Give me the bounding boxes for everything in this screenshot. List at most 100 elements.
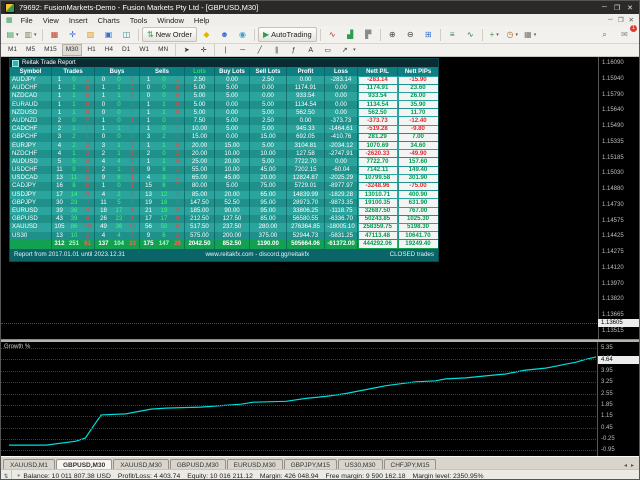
trendline-button[interactable]: ╱ [251,43,268,58]
cursor-tool-button[interactable]: ➤ [178,43,195,58]
chart-minimize-button[interactable]: ─ [608,16,613,24]
value-cell: 5.00 [185,100,215,109]
chart-restore-button[interactable]: ❐ [618,16,624,24]
report-panel-titlebar[interactable]: Reitak Trade Report [10,59,438,67]
objects-button[interactable]: ▛ [360,27,377,42]
line-chart-button[interactable]: ∿ [462,27,479,42]
market-watch-button[interactable]: ▦ [46,27,63,42]
experts-button[interactable]: ☻ [216,27,233,42]
timeframe-m1[interactable]: M1 [4,44,21,56]
autotrading-button[interactable]: ▶ AutoTrading [257,27,317,42]
growth-tick: -0.25 [601,435,615,442]
arrows-tool-button[interactable]: ↗ ▾ [336,43,358,58]
menu-view[interactable]: View [38,16,64,25]
timeframe-h4[interactable]: H4 [101,44,117,56]
indicators-button[interactable]: ∿ [324,27,341,42]
value-cell: 1 [126,207,140,216]
new-chart-button[interactable]: ▤ ▾ [4,27,21,42]
template-button[interactable]: ▦ ▾ [522,27,539,42]
value-cell: 45.00 [215,174,250,183]
timeframe-h1[interactable]: H1 [83,44,99,56]
value-cell: 1 [171,133,185,142]
menu-insert[interactable]: Insert [64,16,93,25]
tab-scroll-left-icon[interactable]: ◂ [624,462,627,469]
strategy-tester-button[interactable]: ◫ [118,27,135,42]
toolbar-separator [379,28,381,41]
fibonacci-button[interactable]: ƒ [285,43,302,58]
community-button[interactable]: ◉ [234,27,251,42]
profiles-button[interactable]: ▥ ▾ [22,27,39,42]
price-tick: 1.13665 [602,312,624,318]
trendline-icon: ╱ [257,47,262,54]
text-tool-button[interactable]: A [302,43,319,58]
label-tool-button[interactable]: ▭ [319,43,336,58]
value-cell: 2 [126,141,140,150]
zoom-in-button[interactable]: ⊕ [384,27,401,42]
price-axis[interactable]: 1.16090 1.15940 1.15790 1.15640 1.15490 1.153… [598,57,639,339]
menu-charts[interactable]: Charts [93,16,125,25]
minimize-button[interactable]: ─ [602,4,607,12]
report-row-cadjpy: CADJPY 16 8 8 1 0 1 15 8 7 80.00 5.00 75.00 5729.01 -8… [10,182,438,191]
value-cell: 444292.06 [358,240,398,249]
value-cell: 12 [160,190,168,198]
report-table-header: Symbol Trades Buys Sells Lots Buy Lots Sell Lo… [10,67,438,76]
price-tick: 1.15490 [602,123,624,129]
value-cell: 2 [146,149,151,157]
price-tick: 1.14575 [602,217,624,224]
timeframe-mn[interactable]: MN [154,44,172,56]
value-cell: 1 [72,149,76,157]
value-cell: 1 [162,157,166,165]
symbol-cell: EURUSD [10,207,52,216]
value-cell: 575.00 [185,231,215,240]
column-header-buys: Buys [95,67,140,76]
zoom-out-button[interactable]: ⊖ [402,27,419,42]
chart-window-menu-icon[interactable]: ▦ [3,16,16,24]
menu-help[interactable]: Help [189,16,214,25]
timeframe-m15[interactable]: M15 [40,44,61,56]
navigator-button[interactable]: ▧ [82,27,99,42]
vertical-line-button[interactable]: | [217,43,234,58]
metaeditor-button[interactable]: ◆ [198,27,215,42]
value-cell: 0 [117,100,121,108]
periods-button[interactable]: ◷ ▾ [504,27,521,42]
maximize-button[interactable]: ❐ [614,4,620,12]
chart-close-button[interactable]: ✕ [629,16,634,24]
terminal-button[interactable]: ▣ [100,27,117,42]
tab-scroll-right-icon[interactable]: ▸ [631,462,634,469]
new-order-button[interactable]: ⇅ New Order [142,27,197,42]
report-row-euraud: EURAUD 1 1 0 0 0 0 1 1 0 5.00 0.00 5.00 1134.54 0.00 11… [10,100,438,109]
bar-chart-button[interactable]: ≡ [444,27,461,42]
value-cell: -1464.61 [325,125,358,134]
crosshair-tool-button[interactable]: ✛ [195,43,212,58]
timeframe-w1[interactable]: W1 [135,44,153,56]
data-window-button[interactable]: ✛ [64,27,81,42]
tile-windows-button[interactable]: ⊞ [420,27,437,42]
timeframe-d1[interactable]: D1 [118,44,134,56]
menu-file[interactable]: File [16,16,38,25]
channel-button[interactable]: ∥ [268,43,285,58]
report-row-usdjpy: USDJPY 17 14 3 4 2 2 13 12 1 85.00 20.00 65.00 14839.… [10,190,438,199]
growth-subwindow[interactable]: Growth % [1,342,600,456]
growth-gridline [1,382,600,384]
horizontal-line-button[interactable]: ─ [234,43,251,58]
report-row-us30: US30 13 10 3 4 4 0 9 6 3 575.00 200.00 375.00 52944.7… [10,231,438,240]
value-cell: 4 [101,157,106,165]
notifications-button[interactable]: ✉ 1 [616,25,637,42]
toolbar-separator [253,28,255,41]
indicator-window-button[interactable]: ▟ [342,27,359,42]
value-cell: 20.00 [215,157,250,167]
menu-window[interactable]: Window [152,16,189,25]
timeframe-m30[interactable]: M30 [61,44,83,56]
timeframe-m5[interactable]: M5 [22,44,39,56]
value-cell: 20.00 [185,141,215,150]
search-button[interactable]: ⌕ [596,27,613,42]
value-cell: 4 [117,157,121,165]
add-indicator-button[interactable]: + ▾ [486,27,503,42]
value-cell: 1 [101,116,106,124]
value-cell: 39 [70,215,78,223]
close-button[interactable]: ✕ [627,4,633,12]
value-cell: 147 [158,240,170,248]
value-cell: 0.00 [250,92,287,101]
growth-axis[interactable]: 5.354.653.953.252.551.851.150.45-0.25-0.… [597,342,639,456]
menu-tools[interactable]: Tools [125,16,153,25]
